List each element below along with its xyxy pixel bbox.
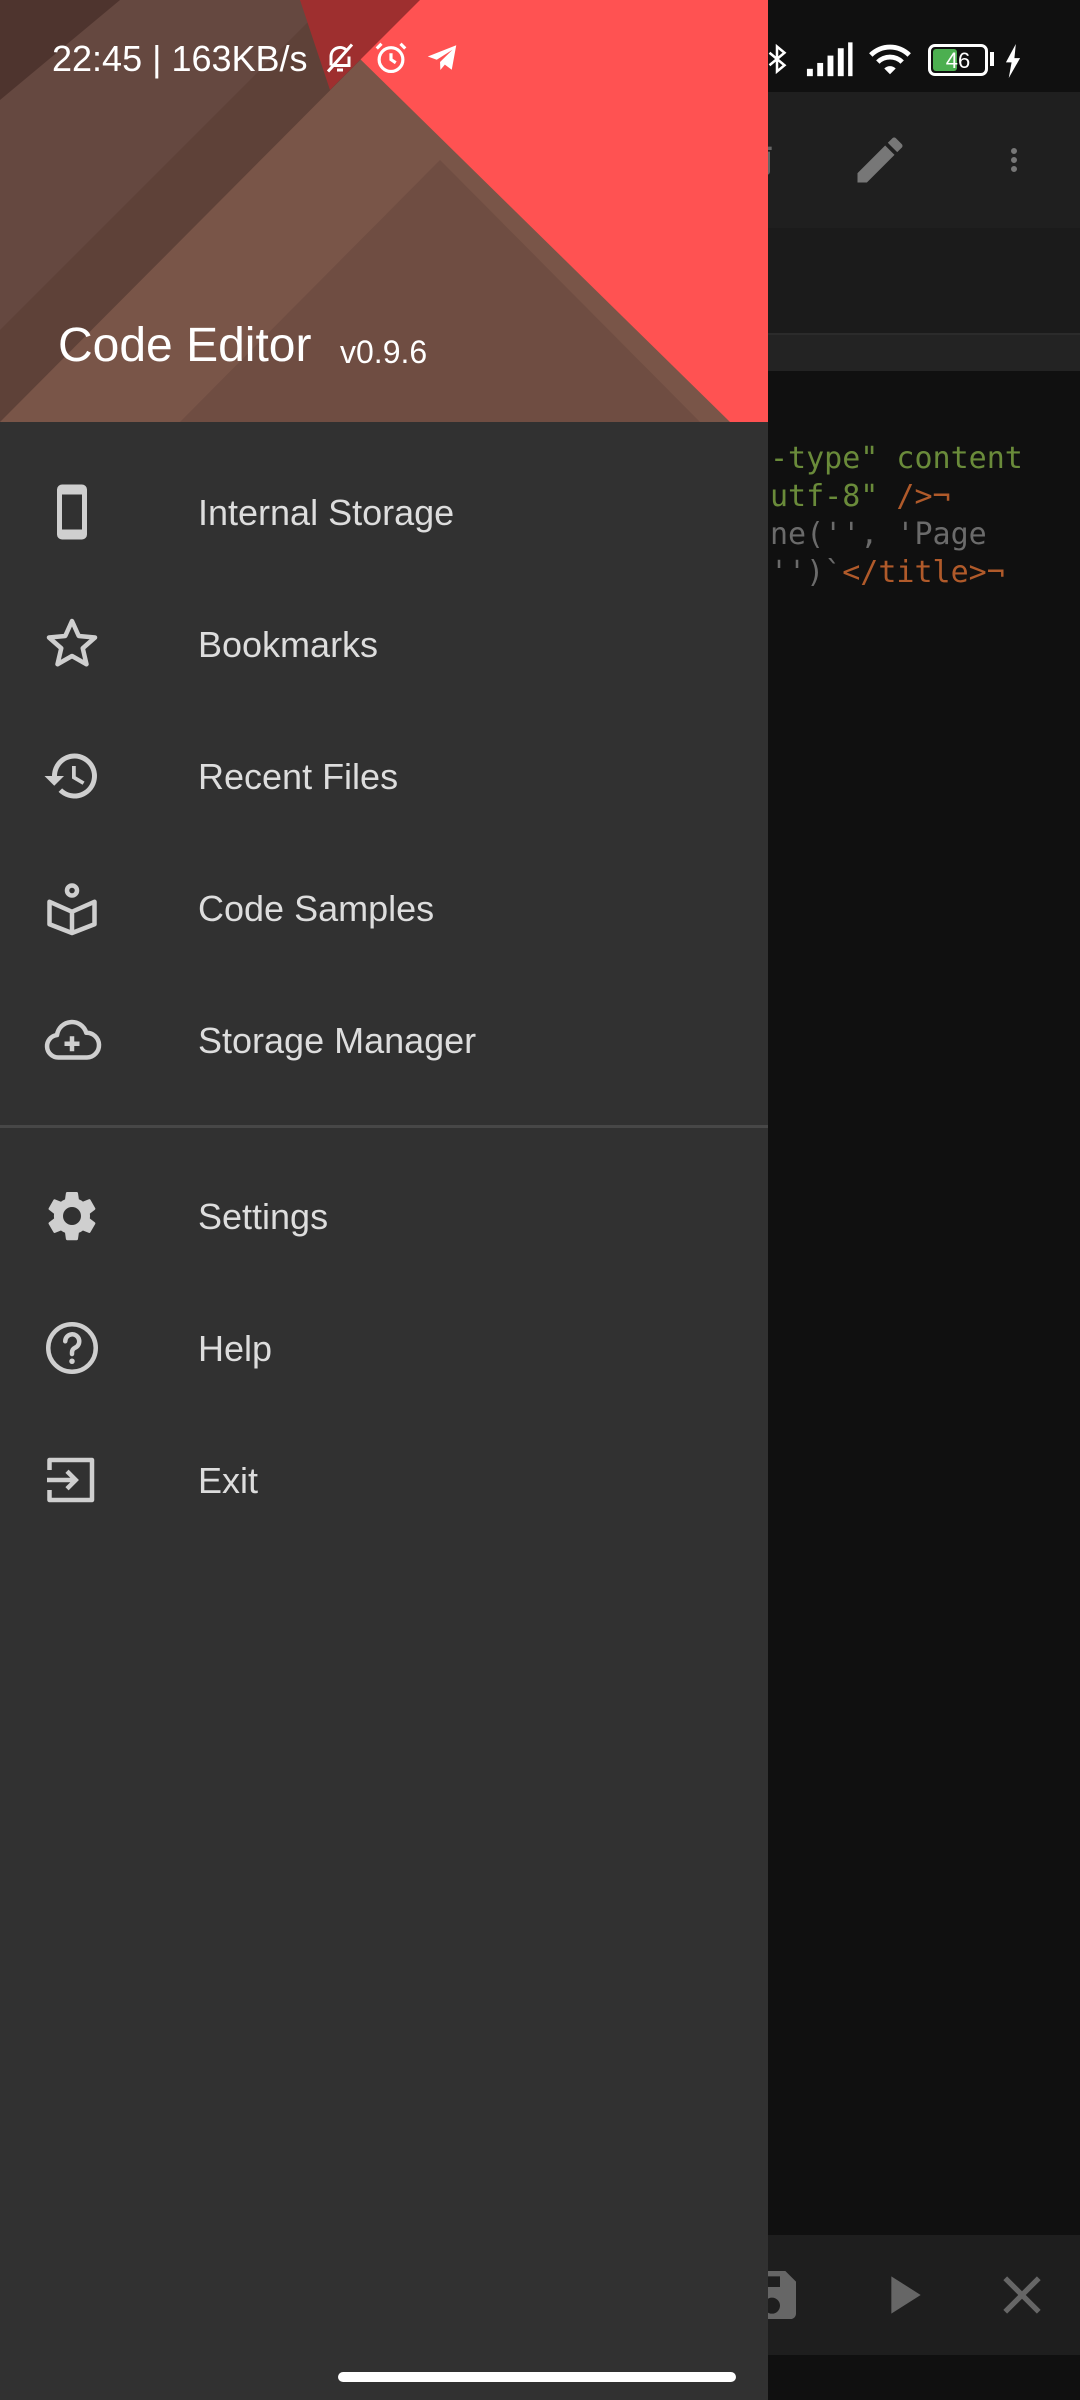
battery-cap	[990, 52, 994, 66]
star-icon	[46, 618, 98, 667]
history-icon	[44, 753, 97, 799]
signal-icon	[806, 42, 853, 77]
app-version: v0.9.6	[340, 334, 428, 370]
mute-bell-icon	[326, 43, 354, 73]
play-icon[interactable]	[870, 2263, 934, 2327]
menu-item-label: Storage Manager	[198, 1020, 477, 1061]
battery-icon: 46	[928, 44, 988, 76]
battery-level: 46	[945, 48, 971, 73]
home-indicator[interactable]	[338, 2372, 736, 2382]
help-icon	[46, 1322, 98, 1374]
menu-item-label: Recent Files	[198, 756, 399, 797]
drawer-divider	[0, 1125, 768, 1128]
menu-item-label: Settings	[198, 1196, 329, 1237]
cloud-upload-icon	[44, 1019, 102, 1060]
navigation-drawer: Code Editor v0.9.6 Internal Storage Book…	[0, 0, 768, 2400]
status-time-speed: 22:45 | 163KB/s	[52, 38, 308, 79]
menu-item-exit[interactable]: Exit	[0, 1414, 768, 1546]
alarm-icon	[375, 42, 407, 74]
pencil-icon[interactable]	[850, 130, 910, 190]
menu-item-bookmarks[interactable]: Bookmarks	[0, 578, 768, 710]
more-vert-icon[interactable]	[996, 130, 1032, 190]
code-line: '')`</title>¬	[770, 555, 1005, 590]
menu-item-settings[interactable]: Settings	[0, 1150, 768, 1282]
bluetooth-icon	[768, 43, 787, 75]
code-line: utf-8" />¬	[770, 479, 951, 514]
wifi-icon	[869, 44, 911, 75]
menu-item-label: Internal Storage	[198, 492, 455, 533]
menu-item-code-samples[interactable]: Code Samples	[0, 842, 768, 974]
menu-item-storage-manager[interactable]: Storage Manager	[0, 974, 768, 1106]
book-icon	[47, 883, 97, 936]
close-icon[interactable]	[990, 2263, 1054, 2327]
charging-icon	[1005, 44, 1021, 78]
telegram-icon	[427, 45, 457, 70]
phone-icon	[57, 484, 87, 540]
status-bar: 22:45 | 163KB/s 46	[0, 0, 1080, 92]
gear-icon	[48, 1192, 96, 1241]
exit-icon	[47, 1457, 95, 1503]
menu-item-recent-files[interactable]: Recent Files	[0, 710, 768, 842]
code-line: -type" content	[770, 441, 1023, 476]
menu-item-label: Exit	[198, 1460, 259, 1501]
menu-item-label: Help	[198, 1328, 273, 1369]
app-name: Code Editor	[58, 319, 312, 372]
menu-item-help[interactable]: Help	[0, 1282, 768, 1414]
menu-item-internal-storage[interactable]: Internal Storage	[0, 446, 768, 578]
menu-item-label: Bookmarks	[198, 624, 379, 665]
code-line: ne('', 'Page	[770, 517, 987, 552]
menu-item-label: Code Samples	[198, 888, 435, 929]
